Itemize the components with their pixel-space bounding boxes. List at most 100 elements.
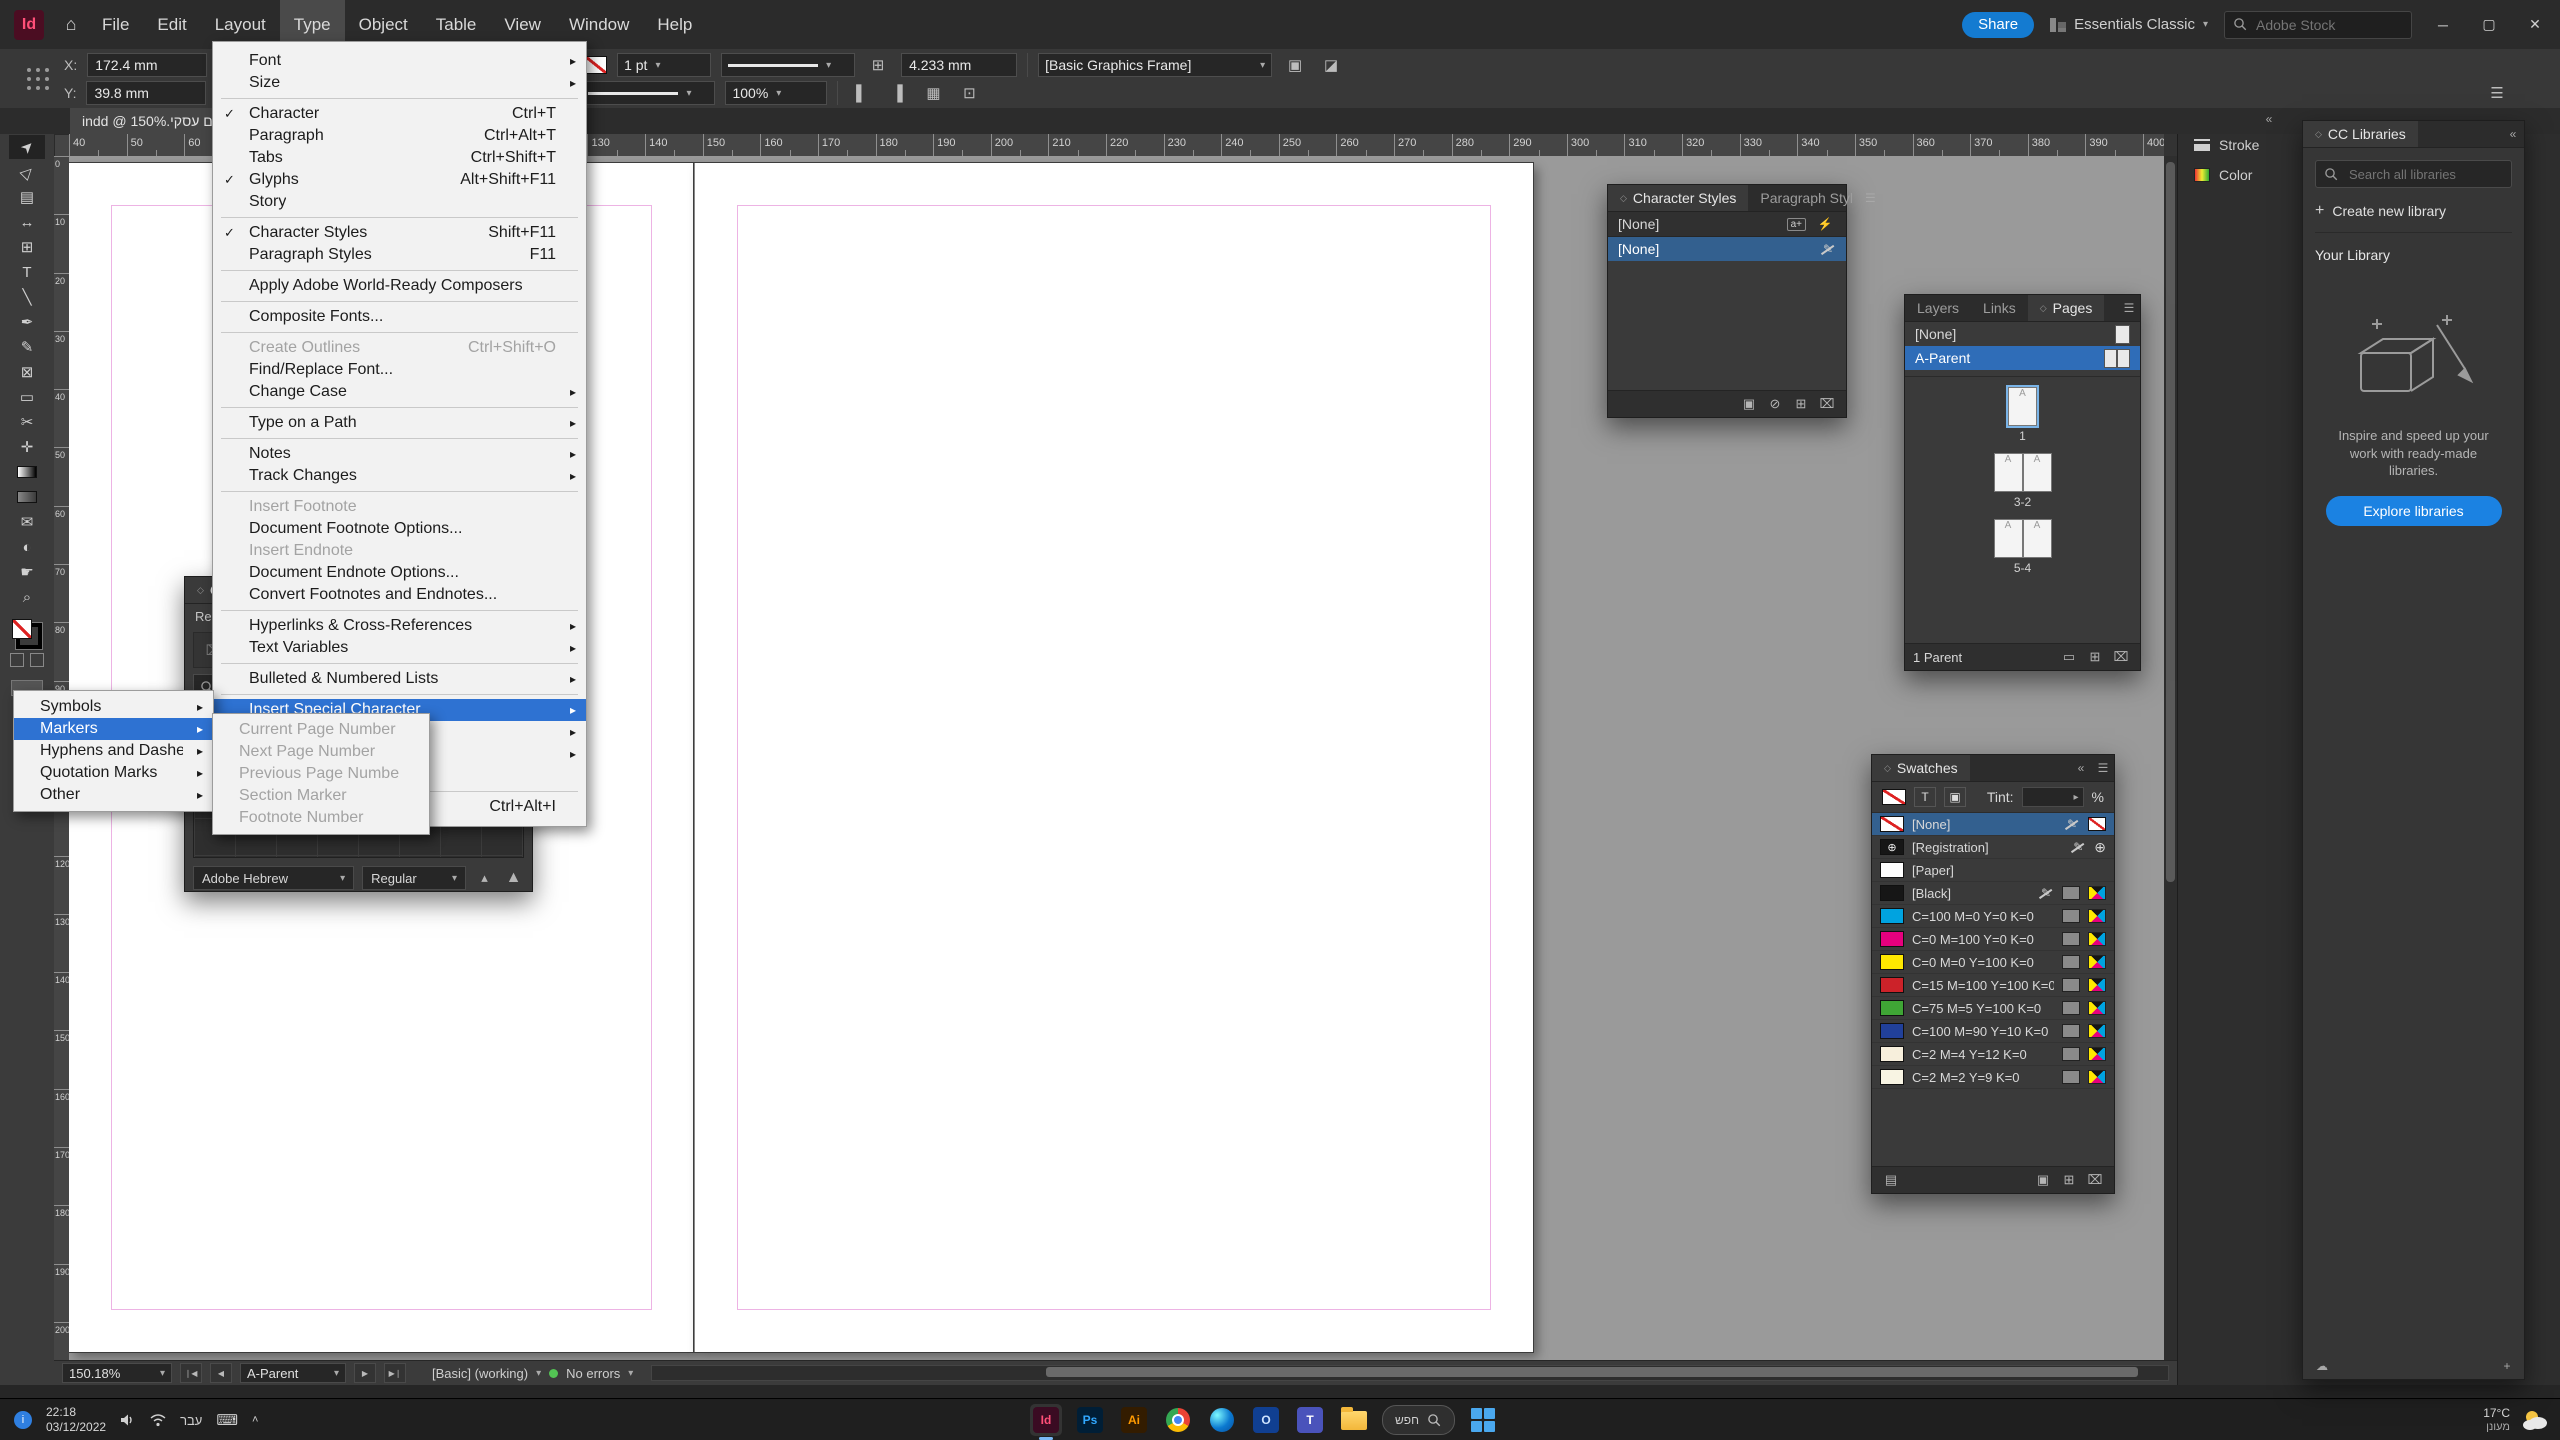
isc-submenu-item-hyphens-and-dashes[interactable]: Hyphens and Dashes▸ bbox=[14, 740, 213, 762]
page-tool[interactable]: ▤ bbox=[9, 185, 45, 209]
zoom-tool[interactable]: ⌕ bbox=[9, 585, 45, 609]
stroke-weight-select[interactable]: 1 pt▾ bbox=[617, 53, 711, 77]
control-panel-menu-icon[interactable]: ☰ bbox=[2484, 81, 2510, 105]
type-menu-item-text-variables[interactable]: Text Variables▸ bbox=[213, 637, 586, 659]
swatch-row-c-75-m-5-y-100-k-0[interactable]: C=75 M=5 Y=100 K=0 bbox=[1872, 997, 2114, 1020]
your-library-label[interactable]: Your Library bbox=[2315, 247, 2512, 263]
swatch-row-c-100-m-0-y-0-k-0[interactable]: C=100 M=0 Y=0 K=0 bbox=[1872, 905, 2114, 928]
menu-help[interactable]: Help bbox=[643, 0, 706, 49]
gap-tool[interactable]: ↔ bbox=[9, 210, 45, 234]
new-page-icon[interactable]: ⊞ bbox=[2084, 647, 2106, 667]
tab-character-styles[interactable]: ◇Character Styles bbox=[1608, 185, 1748, 211]
delete-swatch-icon[interactable]: ⌧ bbox=[2084, 1170, 2106, 1190]
type-menu-item-paragraph[interactable]: ParagraphCtrl+Alt+T bbox=[213, 125, 586, 147]
previous-page-button[interactable]: ◀ bbox=[210, 1363, 232, 1383]
libraries-search-input[interactable] bbox=[2347, 166, 2501, 183]
swatch-row-black[interactable]: [Black]✎ bbox=[1872, 882, 2114, 905]
content-collector-tool[interactable]: ⊞ bbox=[9, 235, 45, 259]
type-tool[interactable]: T bbox=[9, 260, 45, 284]
text-affects-button[interactable]: T bbox=[1914, 787, 1936, 807]
opacity-select[interactable]: 100%▾ bbox=[725, 81, 827, 105]
new-style-icon[interactable]: ⊞ bbox=[1790, 394, 1812, 414]
volume-icon[interactable] bbox=[120, 1413, 136, 1427]
reference-point-proxy[interactable] bbox=[26, 67, 50, 91]
swatch-row-none[interactable]: [None]✎ bbox=[1872, 813, 2114, 836]
first-page-button[interactable]: ❘◀ bbox=[180, 1363, 202, 1383]
close-button[interactable]: ✕ bbox=[2520, 10, 2550, 40]
last-page-button[interactable]: ▶❘ bbox=[384, 1363, 406, 1383]
master-row-a-parent[interactable]: A-Parent bbox=[1905, 346, 2140, 370]
adobe-stock-search[interactable] bbox=[2224, 11, 2412, 39]
isc-submenu-item-quotation-marks[interactable]: Quotation Marks▸ bbox=[14, 762, 213, 784]
explore-libraries-button[interactable]: Explore libraries bbox=[2326, 496, 2502, 526]
page-thumbnail[interactable]: A bbox=[1994, 453, 2023, 492]
stroke-style-select[interactable]: ▾ bbox=[721, 53, 855, 77]
zoom-in-glyphs-icon[interactable]: ▲ bbox=[503, 868, 524, 888]
create-new-library[interactable]: + Create new library bbox=[2315, 202, 2512, 233]
tab-swatches[interactable]: ◇Swatches bbox=[1872, 755, 1970, 781]
clear-overrides-icon[interactable]: ⊘ bbox=[1764, 394, 1786, 414]
swatch-row-c-2-m-4-y-12-k-0[interactable]: C=2 M=4 Y=12 K=0 bbox=[1872, 1043, 2114, 1066]
home-icon[interactable]: ⌂ bbox=[54, 10, 88, 40]
text-wrap-icon[interactable]: ▦ bbox=[920, 81, 946, 105]
taskbar-app-edge[interactable] bbox=[1206, 1404, 1238, 1436]
x-field[interactable]: 172.4 mm bbox=[87, 53, 207, 77]
default-fill-stroke-icon[interactable] bbox=[10, 653, 24, 667]
horizontal-scrollbar-thumb[interactable] bbox=[1046, 1367, 2137, 1377]
libraries-search-field[interactable] bbox=[2315, 160, 2512, 188]
taskbar-app-outlook[interactable]: O bbox=[1250, 1404, 1282, 1436]
notification-icon[interactable]: i bbox=[14, 1411, 32, 1429]
new-swatch-group-icon[interactable]: ▣ bbox=[2032, 1170, 2054, 1190]
container-affects-button[interactable]: ▣ bbox=[1944, 787, 1966, 807]
expand-dock-icon[interactable]: « bbox=[2258, 112, 2280, 126]
swatch-row-c-15-m-100-y-100-k-0[interactable]: C=15 M=100 Y=100 K=0 bbox=[1872, 974, 2114, 997]
preflight-profile[interactable]: [Basic] (working) bbox=[432, 1366, 528, 1381]
hand-tool[interactable]: ☛ bbox=[9, 560, 45, 584]
gradient-feather-tool[interactable] bbox=[9, 485, 45, 509]
rectangle-tool[interactable]: ▭ bbox=[9, 385, 45, 409]
selection-tool[interactable]: ➤ bbox=[9, 135, 45, 159]
frame-fitting-icon[interactable]: ⊡ bbox=[956, 81, 982, 105]
page-thumbnail[interactable]: A bbox=[2023, 519, 2052, 558]
type-menu-item-track-changes[interactable]: Track Changes▸ bbox=[213, 465, 586, 487]
adobe-stock-input[interactable] bbox=[2254, 16, 2378, 34]
swatch-row-registration[interactable]: ⊕[Registration]✎⊕ bbox=[1872, 836, 2114, 859]
scissors-tool[interactable]: ✂ bbox=[9, 410, 45, 434]
menu-file[interactable]: File bbox=[88, 0, 143, 49]
stroke-type-select[interactable]: ▾ bbox=[581, 81, 715, 105]
swatch-views-icon[interactable]: ▤ bbox=[1880, 1170, 1902, 1190]
type-menu-item-type-on-a-path[interactable]: Type on a Path▸ bbox=[213, 412, 586, 434]
y-field[interactable]: 39.8 mm bbox=[86, 81, 206, 105]
wifi-icon[interactable] bbox=[150, 1414, 166, 1427]
corner-radius-field[interactable]: 4.233 mm bbox=[901, 53, 1017, 77]
drop-shadow-icon[interactable]: ◪ bbox=[1318, 53, 1344, 77]
align-center-icon[interactable]: ▐ bbox=[884, 81, 910, 105]
cloud-sync-icon[interactable]: ☁ bbox=[2311, 1359, 2333, 1373]
edit-page-size-icon[interactable]: ▭ bbox=[2058, 647, 2080, 667]
taskbar-app-chrome[interactable] bbox=[1162, 1404, 1194, 1436]
menu-edit[interactable]: Edit bbox=[143, 0, 200, 49]
dock-button-stroke[interactable]: Stroke bbox=[2186, 132, 2302, 158]
type-menu-item-document-endnote-options[interactable]: Document Endnote Options... bbox=[213, 562, 586, 584]
language-indicator[interactable]: עבר bbox=[180, 1413, 202, 1428]
fill-color-chip[interactable] bbox=[12, 619, 32, 639]
weather-widget[interactable]: 17°C מעונן bbox=[2483, 1399, 2550, 1440]
type-menu-item-hyperlinks-cross-references[interactable]: Hyperlinks & Cross-References▸ bbox=[213, 615, 586, 637]
clock[interactable]: 22:18 03/12/2022 bbox=[46, 1405, 106, 1435]
stroke-color-chip[interactable] bbox=[585, 56, 607, 74]
master-row-none[interactable]: [None] bbox=[1905, 322, 2140, 346]
taskbar-app-illustrator[interactable]: Ai bbox=[1118, 1404, 1150, 1436]
zoom-level-select[interactable]: 150.18%▾ bbox=[62, 1363, 172, 1383]
rectangle-frame-tool[interactable]: ⊠ bbox=[9, 360, 45, 384]
fill-stroke-proxy[interactable] bbox=[12, 619, 42, 649]
taskbar-app-teams[interactable]: T bbox=[1294, 1404, 1326, 1436]
swatch-row-paper[interactable]: [Paper] bbox=[1872, 859, 2114, 882]
pencil-tool[interactable]: ✎ bbox=[9, 335, 45, 359]
type-menu-item-size[interactable]: Size▸ bbox=[213, 72, 586, 94]
panel-menu-icon[interactable]: ☰ bbox=[2092, 755, 2114, 781]
type-menu-item-find-replace-font[interactable]: Find/Replace Font... bbox=[213, 359, 586, 381]
type-menu-item-bulleted-numbered-lists[interactable]: Bulleted & Numbered Lists▸ bbox=[213, 668, 586, 690]
swatch-row-c-0-m-0-y-100-k-0[interactable]: C=0 M=0 Y=100 K=0 bbox=[1872, 951, 2114, 974]
object-style-select[interactable]: [Basic Graphics Frame]▾ bbox=[1038, 53, 1272, 77]
type-menu-item-apply-adobe-world-ready-composers[interactable]: Apply Adobe World-Ready Composers bbox=[213, 275, 586, 297]
